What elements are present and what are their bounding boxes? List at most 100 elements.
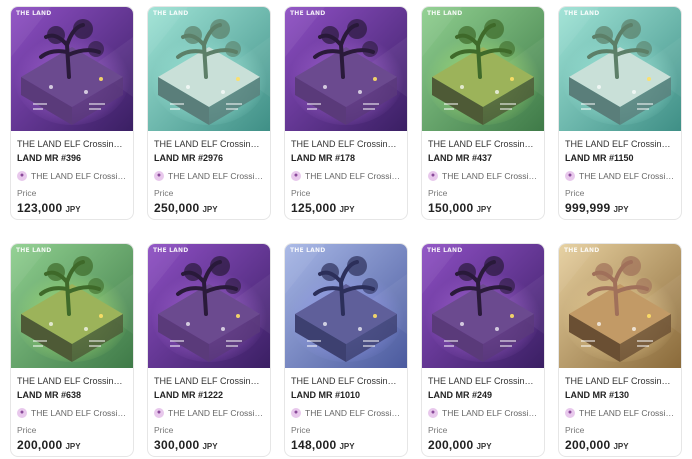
token-name[interactable]: LAND MR #1010 <box>291 389 401 402</box>
collection-row[interactable]: ● THE LAND ELF Crossing... <box>154 170 264 182</box>
nft-card[interactable]: THE LAND THE LAND ELF Crossing LA... LAN… <box>284 6 408 220</box>
token-name[interactable]: LAND MR #1222 <box>154 389 264 402</box>
price-label: Price <box>154 188 174 198</box>
token-name[interactable]: LAND MR #396 <box>17 152 127 165</box>
token-name[interactable]: LAND MR #638 <box>17 389 127 402</box>
nft-card[interactable]: THE LAND THE LAND ELF Crossing LA... LAN… <box>558 243 682 457</box>
card-title[interactable]: THE LAND ELF Crossing LA... <box>291 375 401 387</box>
brand-logo: THE LAND <box>564 247 600 254</box>
nft-card[interactable]: THE LAND THE LAND ELF Crossing LA... LAN… <box>284 243 408 457</box>
token-name[interactable]: LAND MR #1150 <box>565 152 675 165</box>
collection-row[interactable]: ● THE LAND ELF Crossing... <box>291 170 401 182</box>
price-row: 200,000 JPY <box>428 438 538 454</box>
land-thumbnail[interactable]: THE LAND <box>285 7 407 131</box>
price-row: 250,000 JPY <box>154 201 264 217</box>
brand-logo: THE LAND <box>564 10 600 17</box>
nft-card[interactable]: THE LAND THE LAND ELF Crossing LA... LAN… <box>558 6 682 220</box>
brand-logo: THE LAND <box>153 247 189 254</box>
card-title[interactable]: THE LAND ELF Crossing LA... <box>565 375 675 387</box>
card-title[interactable]: THE LAND ELF Crossing LA... <box>154 375 264 387</box>
collection-row[interactable]: ● THE LAND ELF Crossing... <box>17 407 127 419</box>
land-thumbnail[interactable]: THE LAND <box>559 244 681 368</box>
collection-row[interactable]: ● THE LAND ELF Crossing... <box>17 170 127 182</box>
land-thumbnail[interactable]: THE LAND <box>285 244 407 368</box>
elf-avatar-icon: ● <box>291 408 301 418</box>
land-thumbnail[interactable]: THE LAND <box>559 7 681 131</box>
card-title[interactable]: THE LAND ELF Crossing LA... <box>17 138 127 150</box>
price-value: 123,000 <box>17 201 63 215</box>
brand-logo: THE LAND <box>290 247 326 254</box>
collection-name: THE LAND ELF Crossing... <box>579 171 675 181</box>
card-title[interactable]: THE LAND ELF Crossing LA... <box>154 138 264 150</box>
price-currency: JPY <box>339 205 355 214</box>
collection-row[interactable]: ● THE LAND ELF Crossing... <box>565 407 675 419</box>
card-info: THE LAND ELF Crossing LA... LAND MR #130… <box>565 375 675 454</box>
card-title[interactable]: THE LAND ELF Crossing LA... <box>291 138 401 150</box>
brand-logo: THE LAND <box>16 10 52 17</box>
price-row: 150,000 JPY <box>428 201 538 217</box>
collection-row[interactable]: ● THE LAND ELF Crossing... <box>291 407 401 419</box>
brand-logo: THE LAND <box>427 247 463 254</box>
price-label: Price <box>154 425 174 435</box>
price-label: Price <box>291 425 311 435</box>
card-title[interactable]: THE LAND ELF Crossing LA... <box>428 138 538 150</box>
price-currency: JPY <box>476 205 492 214</box>
price-value: 250,000 <box>154 201 200 215</box>
card-title[interactable]: THE LAND ELF Crossing LA... <box>428 375 538 387</box>
elf-avatar-icon: ● <box>291 171 301 181</box>
nft-card[interactable]: THE LAND THE LAND ELF Crossing LA... LAN… <box>147 6 271 220</box>
price-row: 200,000 JPY <box>565 438 675 454</box>
elf-avatar-icon: ● <box>17 171 27 181</box>
token-name[interactable]: LAND MR #130 <box>565 389 675 402</box>
card-title[interactable]: THE LAND ELF Crossing LA... <box>17 375 127 387</box>
price-currency: JPY <box>202 442 218 451</box>
nft-card[interactable]: THE LAND THE LAND ELF Crossing LA... LAN… <box>147 243 271 457</box>
collection-name: THE LAND ELF Crossing... <box>31 171 127 181</box>
land-thumbnail[interactable]: THE LAND <box>148 7 270 131</box>
price-value: 148,000 <box>291 438 337 452</box>
land-thumbnail[interactable]: THE LAND <box>11 7 133 131</box>
card-info: THE LAND ELF Crossing LA... LAND MR #396… <box>17 138 127 217</box>
brand-logo: THE LAND <box>16 247 52 254</box>
price-row: 999,999 JPY <box>565 201 675 217</box>
collection-row[interactable]: ● THE LAND ELF Crossing... <box>154 407 264 419</box>
nft-card[interactable]: THE LAND THE LAND ELF Crossing LA... LAN… <box>421 243 545 457</box>
collection-name: THE LAND ELF Crossing... <box>442 171 538 181</box>
brand-logo: THE LAND <box>427 10 463 17</box>
land-thumbnail[interactable]: THE LAND <box>422 7 544 131</box>
price-label: Price <box>17 425 37 435</box>
price-currency: JPY <box>613 205 629 214</box>
price-value: 999,999 <box>565 201 611 215</box>
elf-avatar-icon: ● <box>154 171 164 181</box>
card-info: THE LAND ELF Crossing LA... LAND MR #115… <box>565 138 675 217</box>
token-name[interactable]: LAND MR #2976 <box>154 152 264 165</box>
token-name[interactable]: LAND MR #249 <box>428 389 538 402</box>
nft-card[interactable]: THE LAND THE LAND ELF Crossing LA... LAN… <box>10 6 134 220</box>
price-value: 300,000 <box>154 438 200 452</box>
elf-avatar-icon: ● <box>154 408 164 418</box>
price-row: 200,000 JPY <box>17 438 127 454</box>
price-row: 148,000 JPY <box>291 438 401 454</box>
land-thumbnail[interactable]: THE LAND <box>148 244 270 368</box>
token-name[interactable]: LAND MR #178 <box>291 152 401 165</box>
price-label: Price <box>428 188 448 198</box>
nft-card[interactable]: THE LAND THE LAND ELF Crossing LA... LAN… <box>10 243 134 457</box>
price-value: 150,000 <box>428 201 474 215</box>
land-thumbnail[interactable]: THE LAND <box>422 244 544 368</box>
collection-row[interactable]: ● THE LAND ELF Crossing... <box>428 170 538 182</box>
brand-logo: THE LAND <box>153 10 189 17</box>
collection-row[interactable]: ● THE LAND ELF Crossing... <box>565 170 675 182</box>
elf-avatar-icon: ● <box>565 408 575 418</box>
card-title[interactable]: THE LAND ELF Crossing LA... <box>565 138 675 150</box>
token-name[interactable]: LAND MR #437 <box>428 152 538 165</box>
price-currency: JPY <box>613 442 629 451</box>
price-currency: JPY <box>202 205 218 214</box>
collection-name: THE LAND ELF Crossing... <box>305 408 401 418</box>
price-value: 200,000 <box>428 438 474 452</box>
card-info: THE LAND ELF Crossing LA... LAND MR #122… <box>154 375 264 454</box>
land-thumbnail[interactable]: THE LAND <box>11 244 133 368</box>
price-value: 200,000 <box>565 438 611 452</box>
collection-name: THE LAND ELF Crossing... <box>442 408 538 418</box>
collection-row[interactable]: ● THE LAND ELF Crossing... <box>428 407 538 419</box>
nft-card[interactable]: THE LAND THE LAND ELF Crossing LA... LAN… <box>421 6 545 220</box>
